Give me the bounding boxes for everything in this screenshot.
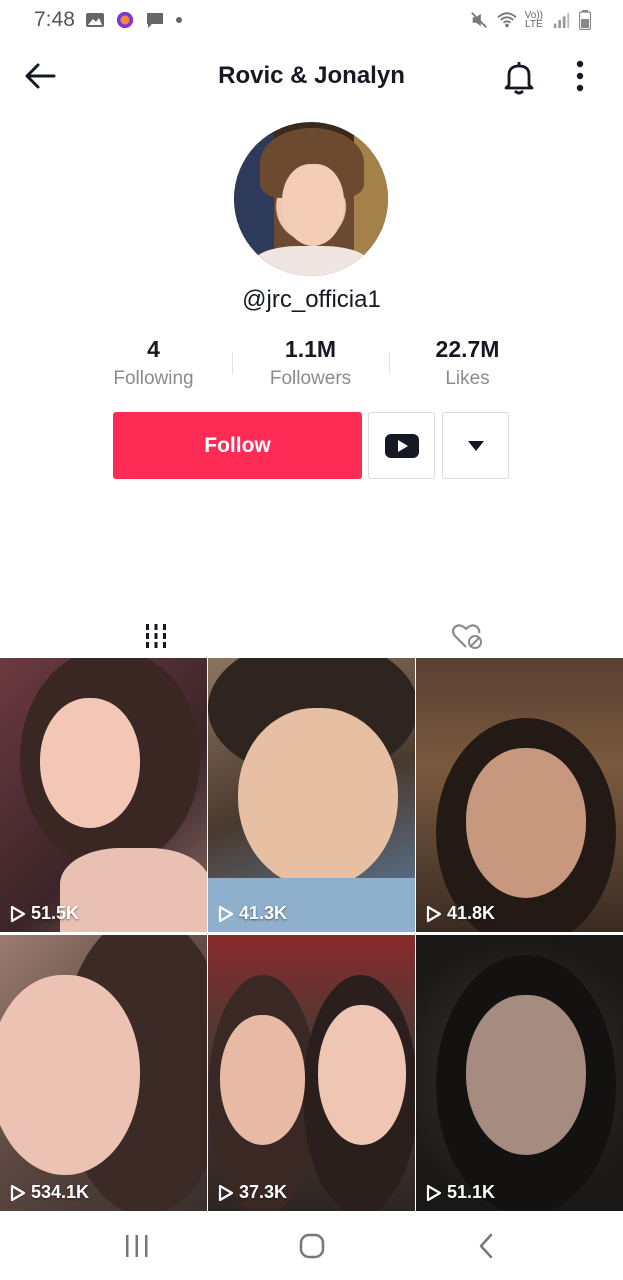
view-count: 37.3K [218,1182,287,1203]
avatar-shirt [254,246,368,276]
tab-liked[interactable] [311,614,622,658]
stat-value: 1.1M [284,336,337,362]
play-icon [10,905,26,922]
youtube-icon [384,433,419,458]
more-options-icon[interactable] [566,58,594,96]
thumb-face [238,708,398,888]
app-notification-icon [116,11,133,29]
view-count-text: 41.8K [447,903,496,923]
play-icon [218,1184,234,1201]
play-icon [426,905,442,922]
video-thumbnail[interactable]: 41.3K [208,658,415,932]
grid-icon [145,624,166,648]
thumb-face [466,748,586,898]
wifi-icon [497,12,517,28]
bell-icon[interactable] [500,58,538,96]
thumbnail-image [208,658,415,932]
view-count-text: 51.5K [31,903,80,923]
view-count: 51.1K [426,1182,495,1203]
caret-down-icon [467,440,484,451]
view-count-text: 534.1K [31,1182,90,1202]
avatar[interactable] [234,122,388,276]
top-nav: Rovic & Jonalyn [0,46,623,106]
thumb-body [60,848,207,932]
view-count: 51.5K [10,903,79,924]
thumb-face [318,1005,406,1145]
username: @jrc_officia1 [242,286,381,313]
view-count-text: 41.3K [239,903,288,923]
thumb-face [220,1015,305,1145]
signal-icon [553,12,570,29]
mute-icon [470,12,487,28]
thumbnail-image [0,658,207,932]
youtube-button[interactable] [368,412,435,479]
stat-value: 22.7M [435,336,500,362]
video-thumbnail[interactable]: 37.3K [208,935,415,1211]
back-icon[interactable] [476,1232,496,1260]
status-bar: 7:48 Vo)) LTE [0,0,623,40]
battery-icon [579,10,591,30]
video-thumbnail[interactable]: 51.1K [416,935,623,1211]
view-count: 41.8K [426,903,495,924]
stat-likes[interactable]: 22.7M Likes [389,334,546,398]
thumb-face [40,698,140,828]
video-thumbnail[interactable]: 41.8K [416,658,623,932]
play-icon [10,1184,26,1201]
hidden-heart-icon [451,624,482,649]
thumbnail-image [416,935,623,1211]
view-count: 41.3K [218,903,287,924]
stat-value: 4 [147,336,160,362]
status-left: 7:48 [34,8,183,32]
system-nav-bar [0,1212,623,1280]
thumbnail-image [208,935,415,1211]
thumbnail-image [416,658,623,932]
tab-videos[interactable] [0,614,311,658]
thumbnail-image [0,935,207,1211]
play-icon [218,905,234,922]
video-thumbnail[interactable]: 534.1K [0,935,207,1211]
suggested-accounts-button[interactable] [442,412,509,479]
video-grid: 51.5K 41.3K 41.8K 534.1K 37.3K 51.1K [0,658,623,1211]
dot-icon [175,17,182,23]
profile-tabs [0,614,623,658]
profile-stats: 4 Following 1.1M Followers 22.7M Likes [75,334,547,398]
stat-label: Following [113,368,194,389]
video-thumbnail[interactable]: 51.5K [0,658,207,932]
lte-bottom: LTE [525,19,543,30]
thumb-face [466,995,586,1155]
stat-label: Followers [269,368,352,389]
gallery-icon [85,13,104,27]
volte-icon: Vo)) LTE [525,11,543,30]
home-icon[interactable] [298,1232,326,1260]
avatar-face [282,164,344,246]
message-icon [146,13,163,28]
view-count: 534.1K [10,1182,89,1203]
stat-following[interactable]: 4 Following [75,334,232,398]
view-count-text: 51.1K [447,1182,496,1202]
stat-label: Likes [445,368,490,389]
play-icon [426,1184,442,1201]
status-time: 7:48 [34,8,75,31]
status-right: Vo)) LTE [469,10,591,30]
follow-button[interactable]: Follow [113,412,362,479]
stat-followers[interactable]: 1.1M Followers [232,334,389,398]
view-count-text: 37.3K [239,1182,288,1202]
recent-apps-icon[interactable] [124,1232,150,1260]
